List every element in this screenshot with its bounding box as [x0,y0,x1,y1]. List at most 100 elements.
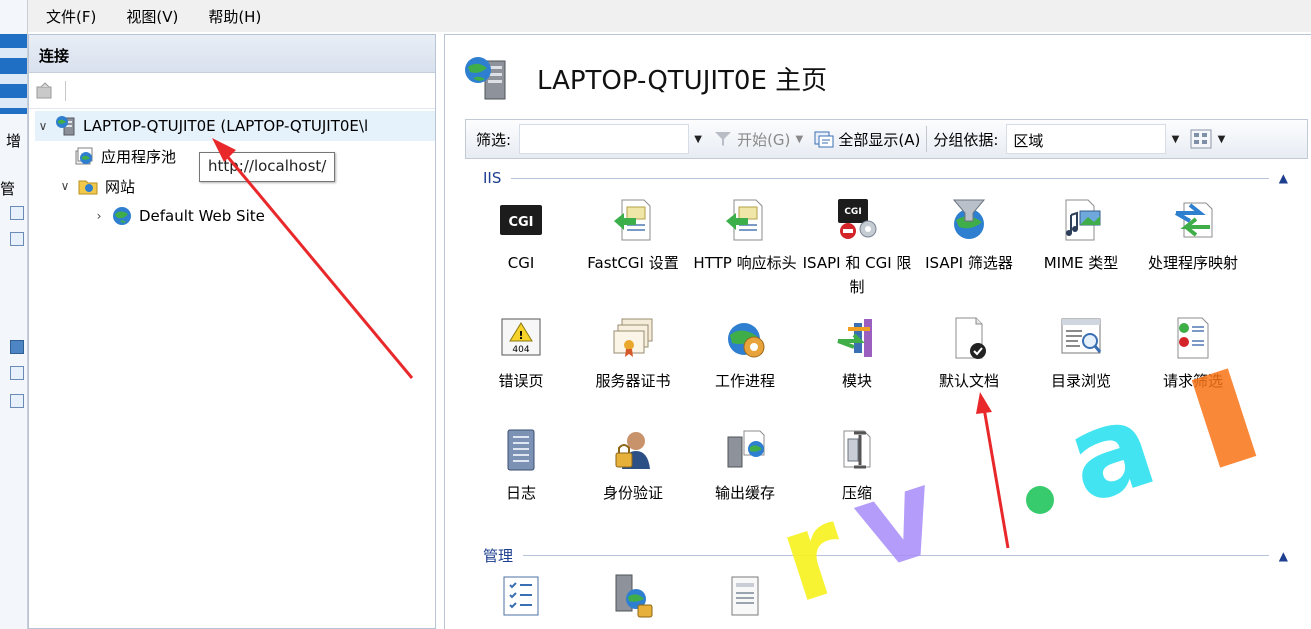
group-by-select[interactable]: 区域 [1006,124,1167,154]
modules-icon [837,319,872,357]
feature-worker-processes[interactable]: 工作进程 [689,315,801,393]
menu-file[interactable]: 文件(F) [46,6,96,27]
feature-label: 默认文档 [938,372,999,390]
feature-handler-mappings[interactable]: 处理程序映射 [1137,197,1249,275]
globe-icon [113,207,131,225]
feature-label: 压缩 [841,484,872,502]
view-dropdown-icon[interactable]: ▼ [1212,134,1230,145]
authentication-icon [615,432,650,469]
group-header-management[interactable]: 管理 ▲ [483,545,1288,566]
view-toggle-icon[interactable] [1190,129,1212,149]
feature-compression[interactable]: 压缩 [801,427,913,505]
start-dropdown-icon[interactable]: ▼ [790,134,808,145]
feature-logging[interactable]: 日志 [465,427,577,505]
tree-node-sites[interactable]: ∨ 网站 [57,171,135,201]
feature-isapi-cgi-restrictions[interactable]: CGI ISAPI 和 CGI 限制 [801,197,913,299]
show-all-button[interactable]: 全部显示(A) [814,129,920,150]
feature-delegation-icon [615,574,653,618]
feature-default-document[interactable]: 默认文档 [913,315,1025,393]
feature-label: CGI [507,254,535,272]
directory-browsing-icon [1061,318,1102,354]
feature-request-filtering[interactable]: 请求筛选 [1137,315,1249,393]
background-window-icon [10,206,24,220]
tree-node-label: 应用程序池 [101,147,177,166]
feature-mime-types[interactable]: MIME 类型 [1025,197,1137,275]
error-pages-icon: ! 404 [501,318,541,356]
tree-node-label: 网站 [105,177,136,196]
feature-label: 工作进程 [714,372,775,390]
connect-icon[interactable] [35,81,55,100]
default-document-icon [955,317,986,359]
connections-title: 连接 [29,35,435,73]
collapse-chevron-icon[interactable]: ∨ [57,179,73,193]
feature-error-pages[interactable]: ! 404 错误页 [465,315,577,393]
mime-types-icon [1065,199,1101,241]
feature-output-caching[interactable]: 输出缓存 [689,427,801,505]
svg-text:CGI: CGI [508,215,533,230]
feature-fastcgi[interactable]: FastCGI 设置 [577,197,689,275]
expand-chevron-icon[interactable]: › [91,209,107,223]
feature-shared-configuration[interactable] [689,573,801,627]
feature-delegation[interactable] [577,573,689,627]
collapse-chevron-icon[interactable]: ∨ [35,119,51,133]
page-header: LAPTOP-QTUJIT0E 主页 [463,55,827,101]
svg-text:!: ! [518,329,523,342]
start-filter-label: 开始(G) [737,130,791,149]
page-title: LAPTOP-QTUJIT0E 主页 [537,65,828,96]
collapse-caret-icon[interactable]: ▲ [1279,549,1288,563]
group-by-label: 分组依据: [933,130,999,149]
isapi-filters-icon [952,199,986,239]
logging-icon [507,429,535,471]
tree-node-app-pools[interactable]: 应用程序池 [69,141,176,171]
background-window-icon [10,340,24,354]
background-window-icon [10,366,24,380]
feature-label: 输出缓存 [714,484,775,502]
menu-help[interactable]: 帮助(H) [208,6,261,27]
group-title: 管理 [483,547,514,565]
compression-icon [843,430,871,469]
feature-isapi-filters[interactable]: ISAPI 筛选器 [913,197,1025,275]
feature-directory-browsing[interactable]: 目录浏览 [1025,315,1137,393]
filter-toolbar: 筛选: ▼ 开始(G) ▼ 全部显示(A) 分组依据: 区域 ▼ ▼ [465,119,1308,159]
features-pane: LAPTOP-QTUJIT0E 主页 筛选: ▼ 开始(G) ▼ 全部显示(A)… [444,34,1311,629]
filter-input[interactable] [519,124,690,154]
funnel-icon [715,132,732,146]
connections-toolbar [29,73,435,109]
connections-pane: 连接 ∨ LAPTOP-QTUJIT0E (LAPTOP-QTUJIT0E\l … [28,34,436,629]
feature-authentication[interactable]: 身份验证 [577,427,689,505]
tree-node-server[interactable]: ∨ LAPTOP-QTUJIT0E (LAPTOP-QTUJIT0E\l [35,111,435,141]
application-pools-icon [75,147,93,165]
cgi-icon: CGI [500,205,542,235]
feature-label: 目录浏览 [1050,372,1111,390]
http-headers-icon [726,199,763,241]
feature-http-headers[interactable]: HTTP 响应标头 [689,197,801,275]
feature-server-certificates[interactable]: 服务器证书 [577,315,689,393]
isapi-cgi-restrictions-icon: CGI [838,199,877,239]
feature-label: 身份验证 [602,484,663,502]
group-by-dropdown-icon[interactable]: ▼ [1166,134,1184,145]
feature-configuration-editor[interactable] [465,573,577,627]
feature-label: 错误页 [498,372,544,390]
svg-text:CGI: CGI [844,207,861,217]
background-window-icon [10,394,24,408]
menu-view[interactable]: 视图(V) [126,6,178,27]
feature-label: 请求筛选 [1162,372,1223,390]
background-window-label: 管 [0,180,16,198]
feature-label: 服务器证书 [595,372,671,390]
feature-modules[interactable]: 模块 [801,315,913,393]
feature-label: MIME 类型 [1043,254,1119,272]
request-filtering-icon [1177,317,1209,359]
start-filter-button[interactable]: 开始(G) [713,129,790,150]
tree-node-default-web-site[interactable]: › Default Web Site [91,201,265,231]
group-header-iis[interactable]: IIS ▲ [483,169,1288,187]
sites-folder-icon [78,180,98,195]
feature-label: HTTP 响应标头 [693,254,797,272]
tree-node-label: Default Web Site [139,207,265,225]
server-certificates-icon [613,318,653,357]
feature-cgi[interactable]: CGI CGI [465,197,577,275]
collapse-caret-icon[interactable]: ▲ [1279,171,1288,185]
feature-label: 日志 [505,484,536,502]
filter-dropdown-icon[interactable]: ▼ [689,134,707,145]
output-caching-icon [727,430,765,468]
url-tooltip: http://localhost/ [199,152,336,182]
